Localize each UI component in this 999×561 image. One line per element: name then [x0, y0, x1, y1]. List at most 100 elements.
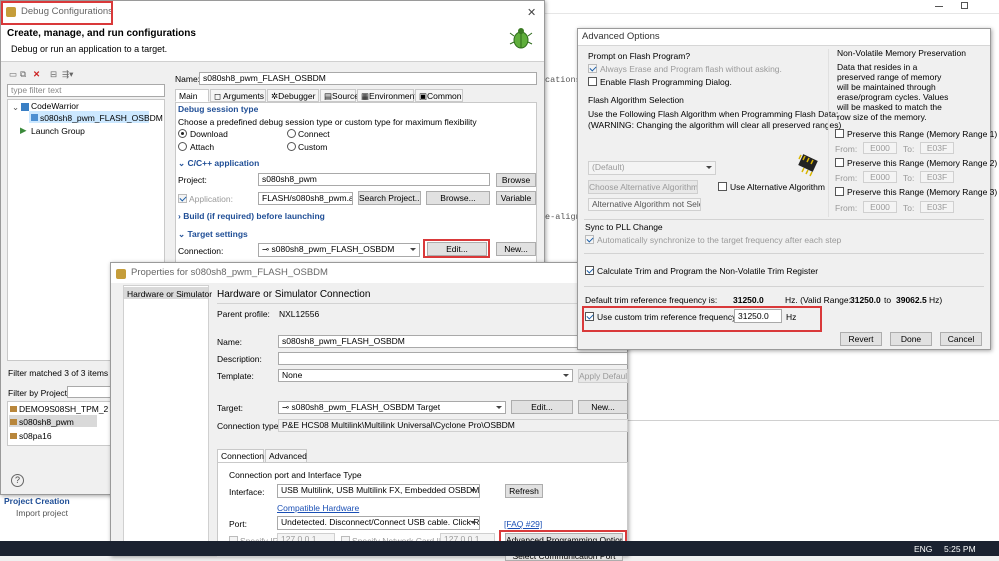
collapse-icon[interactable]: ⊟	[50, 69, 57, 80]
filter-input[interactable]: type filter text	[7, 84, 165, 97]
tab-debugger[interactable]: ✲Debugger	[267, 89, 319, 102]
choose-alt-algorithm-button[interactable]: Choose Alternative Algorithm	[588, 180, 698, 194]
range-unit-text: Hz)	[929, 295, 943, 305]
use-alt-algorithm-checkbox[interactable]	[718, 182, 727, 191]
range-3-to-field[interactable]: E03F	[920, 201, 954, 213]
radio-attach[interactable]	[178, 142, 187, 151]
apply-default-button[interactable]: Apply Default	[578, 369, 628, 383]
browse-project-button[interactable]: Browse	[496, 173, 536, 187]
debug-header-title: Create, manage, and run configurations	[7, 28, 196, 39]
project-field[interactable]: s080sh8_pwm	[258, 173, 490, 186]
project-item-0[interactable]: DEMO9S08SH_TPM_2	[19, 404, 108, 414]
range-1-from-field[interactable]: E000	[863, 142, 897, 154]
tree-expand-icon[interactable]: ⌄	[12, 102, 19, 113]
enable-dialog-checkbox[interactable]	[588, 77, 597, 86]
window-close-icon[interactable]: ✕	[527, 6, 536, 19]
template-select[interactable]: None	[278, 369, 573, 382]
compatible-hardware-link[interactable]: Compatible Hardware	[277, 503, 359, 513]
import-project-link[interactable]: Import project	[16, 508, 68, 518]
project-creation-heading[interactable]: Project Creation	[4, 496, 70, 506]
sync-divider	[584, 219, 984, 220]
always-erase-checkbox[interactable]	[588, 64, 597, 73]
valid-range-text: Hz. (Valid Range:	[785, 295, 851, 305]
name-field[interactable]: s080sh8_pwm_FLASH_OSBDM	[199, 72, 537, 85]
ide-lower-panel	[628, 420, 999, 541]
preserve-range-3-checkbox[interactable]	[835, 187, 844, 196]
preserve-range-1-label: Preserve this Range (Memory Range 1)	[847, 129, 998, 139]
range-1-from-label: From:	[835, 144, 858, 154]
range-max-value: 39062.5	[896, 295, 927, 305]
filter-by-project-input[interactable]	[67, 386, 115, 398]
range-1-to-field[interactable]: E03F	[920, 142, 954, 154]
properties-nav-item[interactable]: Hardware or Simulator	[127, 289, 212, 299]
faq-link[interactable]: [FAQ #29]	[504, 519, 542, 529]
range-3-from-field[interactable]: E000	[863, 201, 897, 213]
port-select[interactable]: Undetected. Disconnect/Connect USB cable…	[277, 516, 480, 530]
window-minimize-icon[interactable]	[935, 6, 943, 7]
calc-trim-checkbox[interactable]	[585, 266, 594, 275]
tab-environment[interactable]: ▦Environment	[357, 89, 417, 102]
duplicate-icon[interactable]: ⧉	[20, 69, 26, 80]
tree-item-config[interactable]: s080sh8_pwm_FLASH_OSBDM	[40, 113, 163, 123]
tab-common[interactable]: ▣Common	[415, 89, 463, 102]
cancel-button[interactable]: Cancel	[940, 332, 982, 346]
build-section-heading: › Build (if required) before launching	[178, 211, 325, 221]
range-2-from-field[interactable]: E000	[863, 171, 897, 183]
project-item-1[interactable]: s080sh8_pwm	[19, 417, 74, 427]
radio-connect[interactable]	[287, 129, 296, 138]
custom-trim-unit: Hz	[786, 312, 797, 322]
interface-select[interactable]: USB Multilink, USB Multilink FX, Embedde…	[277, 484, 480, 498]
custom-trim-field[interactable]: 31250.0	[734, 309, 782, 323]
revert-button[interactable]: Revert	[840, 332, 882, 346]
tab-source[interactable]: ▤Source	[320, 89, 359, 102]
target-section-heading: ⌄ Target settings	[178, 229, 248, 239]
nvm-panel-divider	[828, 49, 829, 217]
config-toolbar: ▭ ⧉ ✕ ⊟ ⇶▾	[6, 69, 166, 81]
preserve-range-1-checkbox[interactable]	[835, 129, 844, 138]
search-project-button[interactable]: Search Project...	[358, 191, 421, 205]
new-connection-button[interactable]: New...	[496, 242, 536, 256]
algorithm-select[interactable]: (Default)	[588, 161, 716, 175]
new-config-icon[interactable]: ▭	[9, 69, 17, 80]
nvm-desc-6: row size of the memory.	[837, 112, 927, 122]
refresh-button[interactable]: Refresh	[505, 484, 543, 498]
done-button[interactable]: Done	[890, 332, 932, 346]
sync-checkbox[interactable]	[585, 235, 594, 244]
tab-advanced[interactable]: Advanced	[265, 449, 307, 463]
use-alt-algorithm-label: Use Alternative Algorithm	[730, 182, 825, 192]
clock[interactable]: 5:25 PM	[944, 544, 976, 554]
delete-icon[interactable]: ✕	[33, 69, 40, 80]
variables-button[interactable]: Variable	[496, 191, 536, 205]
filter-by-project-label: Filter by Project:	[8, 388, 70, 398]
flash-algo-desc-2: (WARNING: Changing the algorithm will cl…	[588, 120, 842, 130]
application-field[interactable]: FLASH/s080sh8_pwm.abs	[258, 192, 353, 205]
tab-connection[interactable]: Connection	[217, 449, 264, 463]
window-restore-icon[interactable]	[961, 2, 968, 9]
custom-trim-checkbox[interactable]	[585, 312, 594, 321]
help-icon[interactable]: ?	[11, 474, 24, 487]
description-field[interactable]	[278, 352, 628, 365]
edit-target-button[interactable]: Edit...	[511, 400, 573, 414]
radio-download[interactable]	[178, 129, 187, 138]
browse-application-button[interactable]: Browse...	[426, 191, 490, 205]
filter-icon[interactable]: ⇶▾	[62, 69, 73, 80]
tree-root-codewarrior[interactable]: CodeWarrior	[31, 101, 79, 111]
connection-select[interactable]: ⊸ s080sh8_pwm_FLASH_OSBDM	[258, 243, 420, 257]
tab-main[interactable]: Main	[175, 89, 209, 102]
edit-connection-button[interactable]: Edit...	[427, 242, 487, 256]
project-item-2[interactable]: s08pa16	[19, 431, 52, 441]
project-label: Project:	[178, 175, 207, 185]
conn-name-field[interactable]: s080sh8_pwm_FLASH_OSBDM	[278, 335, 628, 348]
tab-arguments[interactable]: ◻ Arguments	[210, 89, 266, 102]
tree-item-launch-group[interactable]: Launch Group	[31, 126, 85, 136]
radio-custom[interactable]	[287, 142, 296, 151]
build-section-label: Build (if required) before launching	[183, 211, 325, 221]
tab-arguments-label: Arguments	[222, 91, 265, 101]
new-target-button[interactable]: New...	[578, 400, 628, 414]
language-indicator[interactable]: ENG	[914, 544, 932, 554]
trim-divider	[584, 286, 984, 287]
target-select[interactable]: ⊸ s080sh8_pwm_FLASH_OSBDM Target	[278, 401, 506, 414]
preserve-range-2-checkbox[interactable]	[835, 158, 844, 167]
range-2-to-field[interactable]: E03F	[920, 171, 954, 183]
application-checkbox[interactable]	[178, 194, 187, 203]
